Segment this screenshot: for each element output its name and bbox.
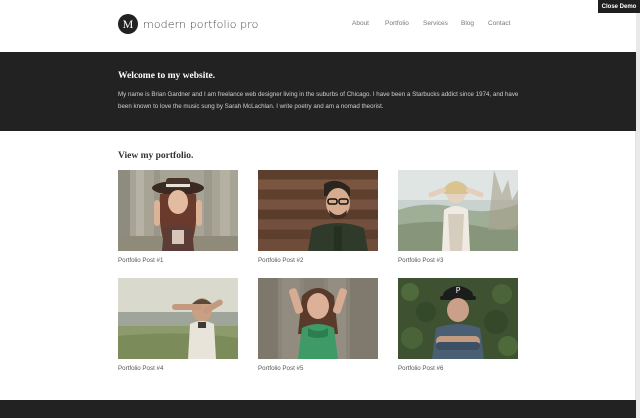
portfolio-thumbnail-3[interactable]	[398, 170, 518, 251]
portfolio-item: Portfolio Post #1	[118, 170, 238, 264]
portfolio-item: Portfolio Post #3	[398, 170, 518, 264]
portfolio-thumbnail-5[interactable]	[258, 278, 378, 359]
portfolio-caption-2[interactable]: Portfolio Post #2	[258, 257, 378, 264]
portfolio-thumbnail-4[interactable]	[118, 278, 238, 359]
portfolio-caption-3[interactable]: Portfolio Post #3	[398, 257, 518, 264]
man-with-glasses-photo	[258, 170, 378, 251]
close-demo-button[interactable]: Close Demo	[598, 0, 640, 13]
woman-with-hat-photo	[118, 170, 238, 251]
page-scrollbar[interactable]	[636, 0, 640, 418]
svg-text:P: P	[456, 286, 461, 295]
portfolio-item: Portfolio Post #4	[118, 278, 238, 372]
woman-green-top-photo	[258, 278, 378, 359]
portfolio-caption-5[interactable]: Portfolio Post #5	[258, 365, 378, 372]
portfolio-caption-1[interactable]: Portfolio Post #1	[118, 257, 238, 264]
page-frame: M modern portfolio pro About Portfolio S…	[0, 0, 636, 418]
portfolio-item: Portfolio Post #5	[258, 278, 378, 372]
portfolio-item: Portfolio Post #2	[258, 170, 378, 264]
woman-in-field-photo	[398, 170, 518, 251]
portfolio-caption-4[interactable]: Portfolio Post #4	[118, 365, 238, 372]
site-footer	[0, 400, 636, 418]
portfolio-thumbnail-1[interactable]	[118, 170, 238, 251]
portfolio-caption-6[interactable]: Portfolio Post #6	[398, 365, 518, 372]
man-with-cap-photo: P	[398, 278, 518, 359]
portfolio-thumbnail-2[interactable]	[258, 170, 378, 251]
portfolio-thumbnail-6[interactable]: P	[398, 278, 518, 359]
man-at-lake-photo	[118, 278, 238, 359]
portfolio-grid: Portfolio Post #1 Portfolio Post #2 Port…	[0, 0, 636, 418]
portfolio-item: P Portfolio Post #6	[398, 278, 518, 372]
